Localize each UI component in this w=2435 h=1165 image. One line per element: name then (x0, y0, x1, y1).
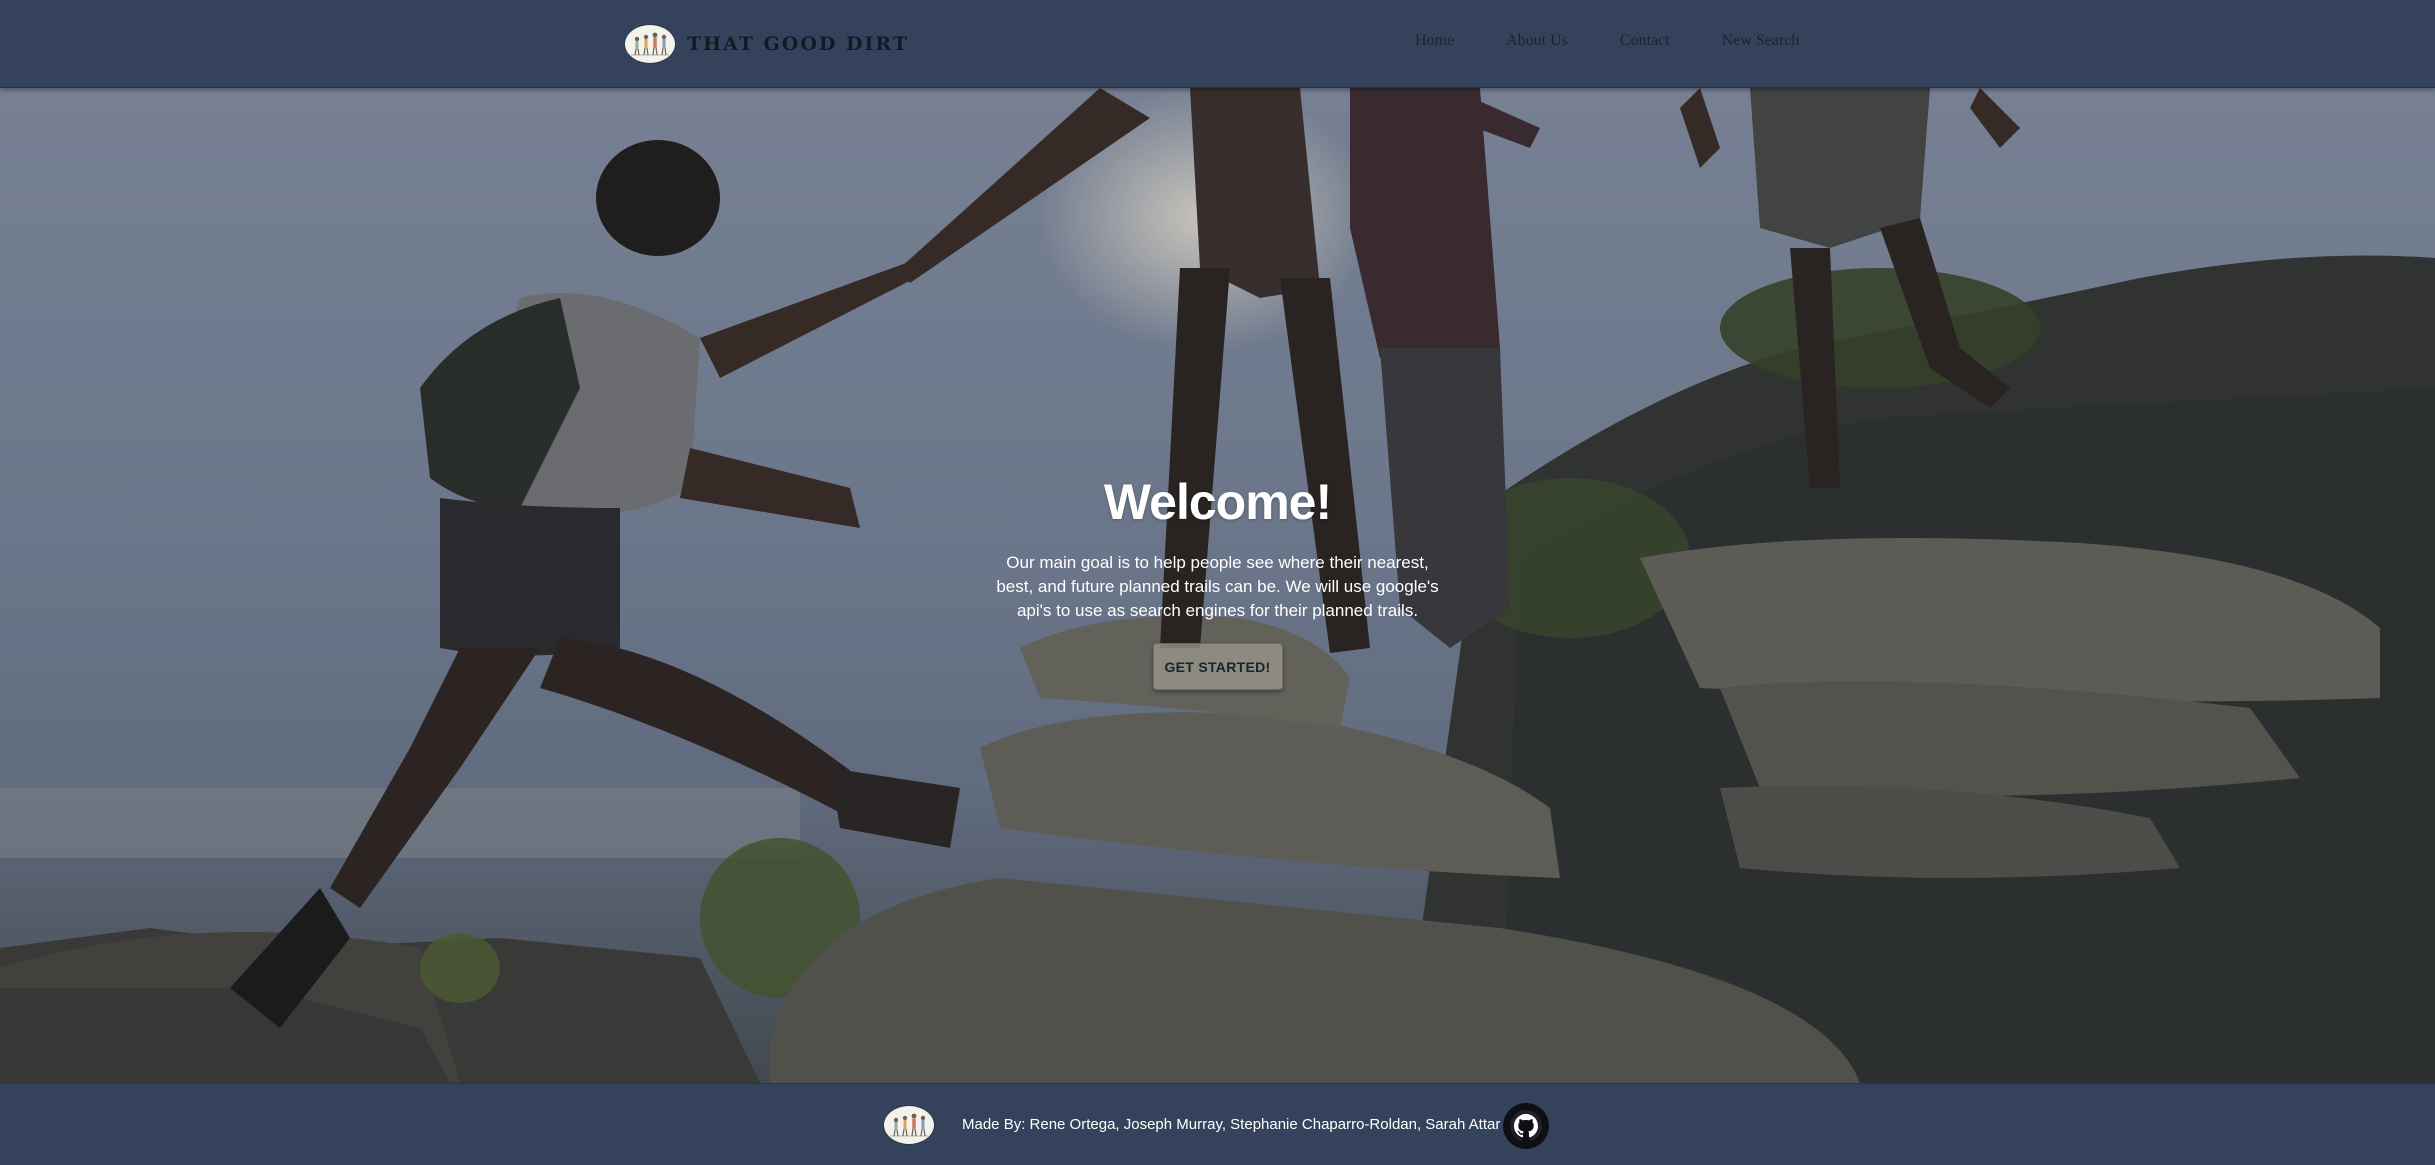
hikers-logo-icon (625, 25, 675, 63)
nav-links: Home About Us Contact New Search (1415, 32, 1799, 50)
hero-title: Welcome! (1103, 474, 1332, 530)
nav-link-contact[interactable]: Contact (1620, 32, 1670, 50)
github-icon[interactable] (1503, 1103, 1549, 1149)
hero-content: Welcome! Our main goal is to help people… (940, 473, 1495, 690)
nav-link-about-us[interactable]: About Us (1506, 32, 1568, 50)
footer: Made By: Rene Ortega, Joseph Murray, Ste… (0, 1083, 2435, 1165)
hero-description: Our main goal is to help people see wher… (996, 553, 1439, 620)
hero-section: Welcome! Our main goal is to help people… (0, 88, 2435, 1083)
nav-link-home[interactable]: Home (1415, 32, 1454, 50)
navbar: THAT GOOD DIRT Home About Us Contact New… (0, 0, 2435, 88)
get-started-button[interactable]: GET STARTED! (1152, 643, 1283, 690)
brand[interactable]: THAT GOOD DIRT (625, 24, 909, 64)
hikers-logo-icon (884, 1106, 934, 1144)
footer-credits: Made By: Rene Ortega, Joseph Murray, Ste… (962, 1116, 1501, 1133)
nav-link-new-search[interactable]: New Search (1722, 32, 1800, 50)
brand-name[interactable]: THAT GOOD DIRT (687, 33, 909, 55)
